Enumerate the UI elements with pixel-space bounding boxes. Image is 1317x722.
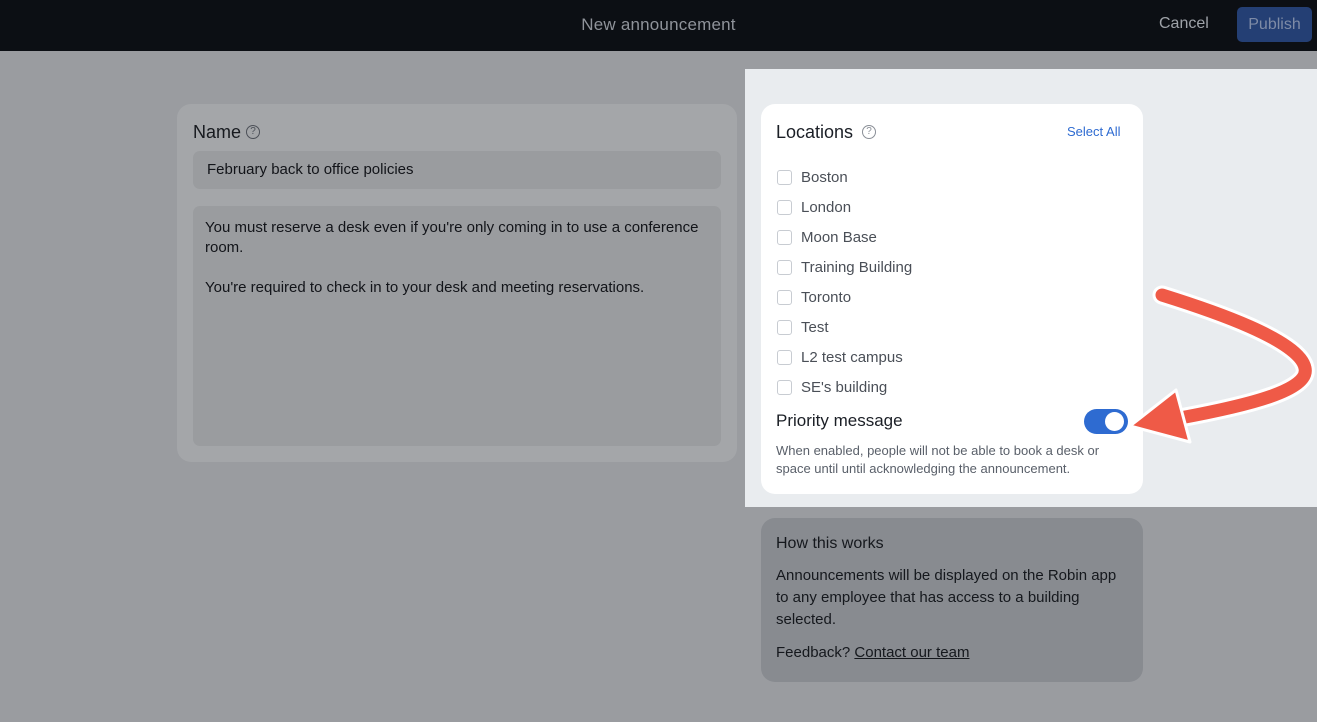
- feedback-prefix: Feedback?: [776, 644, 851, 661]
- annotation-arrow-icon: [1128, 285, 1315, 444]
- how-this-works-card: How this works Announcements will be dis…: [761, 518, 1143, 682]
- checkbox[interactable]: [777, 289, 792, 305]
- location-item[interactable]: London: [777, 192, 912, 222]
- checkbox[interactable]: [777, 259, 792, 275]
- how-this-works-title: How this works: [776, 535, 884, 552]
- locations-card: Locations ? Select All Boston London Moo…: [761, 104, 1143, 494]
- select-all-button[interactable]: Select All: [1067, 124, 1120, 139]
- name-input[interactable]: February back to office policies: [193, 151, 721, 189]
- checkbox[interactable]: [777, 349, 792, 365]
- checkbox[interactable]: [777, 379, 792, 395]
- location-item[interactable]: Boston: [777, 162, 912, 192]
- help-icon[interactable]: ?: [246, 125, 260, 139]
- checkbox[interactable]: [777, 169, 792, 185]
- name-card: Name ? February back to office policies …: [177, 104, 737, 462]
- help-icon[interactable]: ?: [862, 125, 876, 139]
- location-item[interactable]: Test: [777, 312, 912, 342]
- contact-team-link[interactable]: Contact our team: [854, 644, 969, 661]
- feedback-line: Feedback? Contact our team: [776, 644, 969, 661]
- locations-title: Locations: [776, 122, 854, 142]
- page-title: New announcement: [581, 15, 736, 34]
- location-item[interactable]: L2 test campus: [777, 342, 912, 372]
- body-paragraph: You must reserve a desk even if you're o…: [205, 219, 699, 256]
- location-item[interactable]: Training Building: [777, 252, 912, 282]
- location-label: London: [801, 198, 852, 216]
- cancel-button[interactable]: Cancel: [1159, 15, 1209, 33]
- publish-button[interactable]: Publish: [1237, 7, 1312, 42]
- how-this-works-body: Announcements will be displayed on the R…: [776, 567, 1117, 628]
- body-paragraph: You're required to check in to your desk…: [205, 279, 645, 296]
- checkbox[interactable]: [777, 319, 792, 335]
- name-label: Name: [193, 122, 242, 142]
- location-label: Training Building: [801, 258, 913, 276]
- checkbox[interactable]: [777, 229, 792, 245]
- location-label: Moon Base: [801, 228, 877, 246]
- priority-message-label: Priority message: [776, 411, 903, 430]
- location-label: Test: [801, 318, 829, 336]
- location-label: SE's building: [801, 378, 888, 396]
- top-bar: New announcement Cancel Publish: [0, 0, 1317, 51]
- location-item[interactable]: Toronto: [777, 282, 912, 312]
- priority-help-text: When enabled, people will not be able to…: [776, 443, 1100, 476]
- location-item[interactable]: SE's building: [777, 372, 912, 402]
- location-label: L2 test campus: [801, 348, 903, 366]
- location-item[interactable]: Moon Base: [777, 222, 912, 252]
- announcement-body-textarea[interactable]: You must reserve a desk even if you're o…: [193, 206, 721, 446]
- location-label: Boston: [801, 168, 848, 186]
- checkbox[interactable]: [777, 199, 792, 215]
- location-label: Toronto: [801, 288, 852, 306]
- locations-list: Boston London Moon Base Training Buildin…: [777, 162, 912, 402]
